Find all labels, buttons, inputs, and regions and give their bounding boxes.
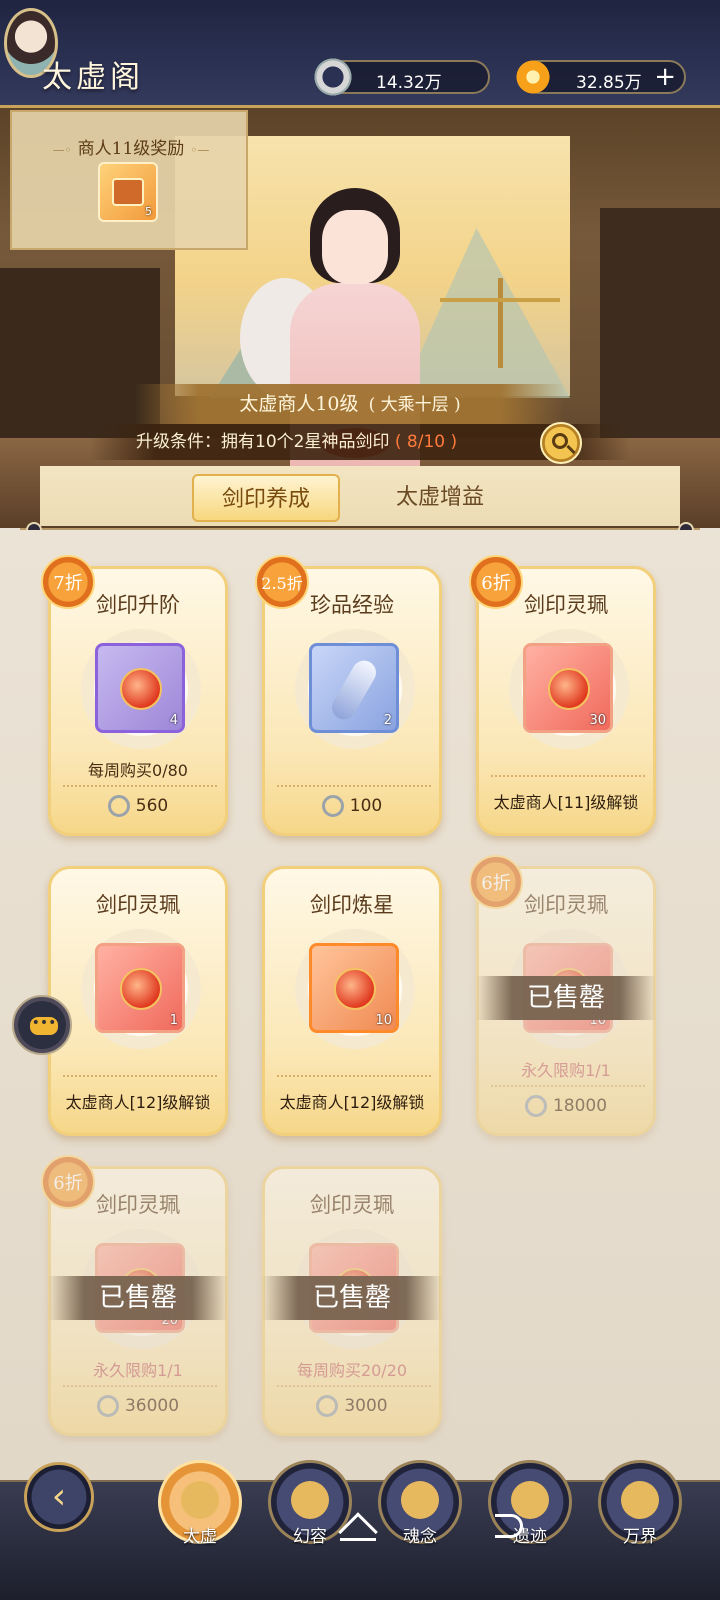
purple-orb-icon: 4 <box>95 643 185 733</box>
silver-coin-icon <box>96 1395 119 1417</box>
chat-button[interactable]: ••• <box>12 995 72 1055</box>
item-name: 剑印灵珮 <box>310 1193 394 1217</box>
unlock-requirement: 太虚商人[11]级解锁 <box>493 793 639 812</box>
silver-currency[interactable]: 14.32万 <box>312 56 490 98</box>
top-bar: 太虚阁 14.32万 32.85万 + <box>0 0 720 108</box>
item-price: 100 <box>265 795 439 817</box>
armor-icon <box>291 1481 329 1519</box>
orange-orb-icon: 10 <box>309 943 399 1033</box>
condition-text: 升级条件：拥有10个2星神品剑印 <box>136 432 390 452</box>
nav-label: 魂念 <box>403 1527 437 1547</box>
ruins-icon <box>511 1481 549 1519</box>
reward-count: 5 <box>145 205 152 218</box>
flame-coin-icon <box>512 56 554 98</box>
discount-badge: 7折 <box>41 555 95 609</box>
item-qty: 30 <box>589 713 606 728</box>
purchase-limit: 永久限购1/1 <box>521 1061 611 1080</box>
item-qty: 1 <box>169 1013 178 1028</box>
character-face <box>322 210 388 284</box>
silver-coin-icon <box>107 795 130 817</box>
item-price: 36000 <box>51 1395 225 1417</box>
shop-item[interactable]: 剑印灵珮 30 太虚商人[11]级解锁 6折 <box>469 555 656 836</box>
system-back-icon[interactable] <box>495 1514 523 1538</box>
shop-item[interactable]: 剑印升阶 4 每周购买0/80 560 7折 <box>41 555 228 836</box>
taixu-icon <box>181 1481 219 1519</box>
realm-icon <box>621 1481 659 1519</box>
merchant-level: 太虚商人10级 <box>239 393 359 415</box>
item-name: 剑印炼星 <box>310 893 394 917</box>
search-button[interactable] <box>540 422 582 464</box>
discount-badge: 6折 <box>469 855 523 909</box>
silver-amount: 14.32万 <box>376 73 442 93</box>
item-price: 560 <box>51 795 225 817</box>
red-orb-icon: 30 <box>523 643 613 733</box>
reward-chest[interactable]: 5 <box>98 162 158 222</box>
item-price: 3000 <box>265 1395 439 1417</box>
silver-coin-icon <box>316 1395 339 1417</box>
silver-coin-icon <box>524 1095 547 1117</box>
merchant-realm: ( 大乘十层 ) <box>368 395 461 415</box>
purchase-limit: 每周购买20/20 <box>296 1361 408 1380</box>
unlock-requirement: 太虚商人[12]级解锁 <box>279 1093 425 1112</box>
tab-sword-seal[interactable]: 剑印养成 <box>192 474 340 522</box>
red-orb-icon: 1 <box>95 943 185 1033</box>
gold-amount: 32.85万 <box>576 73 642 93</box>
mask-icon <box>401 1481 439 1519</box>
back-button[interactable]: ‹ <box>24 1462 94 1532</box>
silver-coin-icon <box>312 56 354 98</box>
item-name: 剑印灵珮 <box>96 893 180 917</box>
item-price: 18000 <box>479 1095 653 1117</box>
sold-out-banner: 已售罄 <box>476 976 656 1020</box>
discount-badge: 6折 <box>469 555 523 609</box>
page-title: 太虚阁 <box>42 60 144 95</box>
system-home-icon[interactable] <box>338 1510 378 1552</box>
sold-out-banner: 已售罄 <box>262 1276 442 1320</box>
unlock-requirement: 太虚商人[12]级解锁 <box>65 1093 211 1112</box>
condition-progress: ( 8/10 ) <box>394 432 458 452</box>
chat-icon: ••• <box>30 1016 58 1035</box>
item-qty: 2 <box>383 713 392 728</box>
merchant-level-banner: 太虚商人10级 ( 大乘十层 ) <box>135 384 565 424</box>
nav-label: 太虚 <box>183 1527 217 1547</box>
shop-item[interactable]: 剑印炼星 10 太虚商人[12]级解锁 <box>262 866 442 1136</box>
gold-currency[interactable]: 32.85万 + <box>512 56 686 98</box>
silver-coin-icon <box>321 795 344 817</box>
tabs-bar <box>40 466 680 526</box>
discount-badge: 6折 <box>41 1155 95 1209</box>
purchase-limit: 永久限购1/1 <box>93 1361 183 1380</box>
tab-taixu-buff[interactable]: 太虚增益 <box>366 474 514 522</box>
reward-title: 商人11级奖励 <box>12 134 250 159</box>
shop-item[interactable]: 剑印灵珮 1 太虚商人[12]级解锁 <box>48 866 228 1136</box>
add-currency-button[interactable]: + <box>654 64 676 90</box>
nav-label: 万界 <box>623 1527 657 1547</box>
blue-blade-icon: 2 <box>309 643 399 733</box>
shop-item[interactable]: 珍品经验 2 100 2.5折 <box>255 555 442 836</box>
item-qty: 4 <box>169 713 178 728</box>
item-qty: 10 <box>375 1013 392 1028</box>
chest-icon <box>112 178 144 206</box>
purchase-limit: 每周购买0/80 <box>88 761 188 780</box>
balance-scale-icon <box>440 278 560 378</box>
sold-out-banner: 已售罄 <box>48 1276 228 1320</box>
discount-badge: 2.5折 <box>255 555 309 609</box>
